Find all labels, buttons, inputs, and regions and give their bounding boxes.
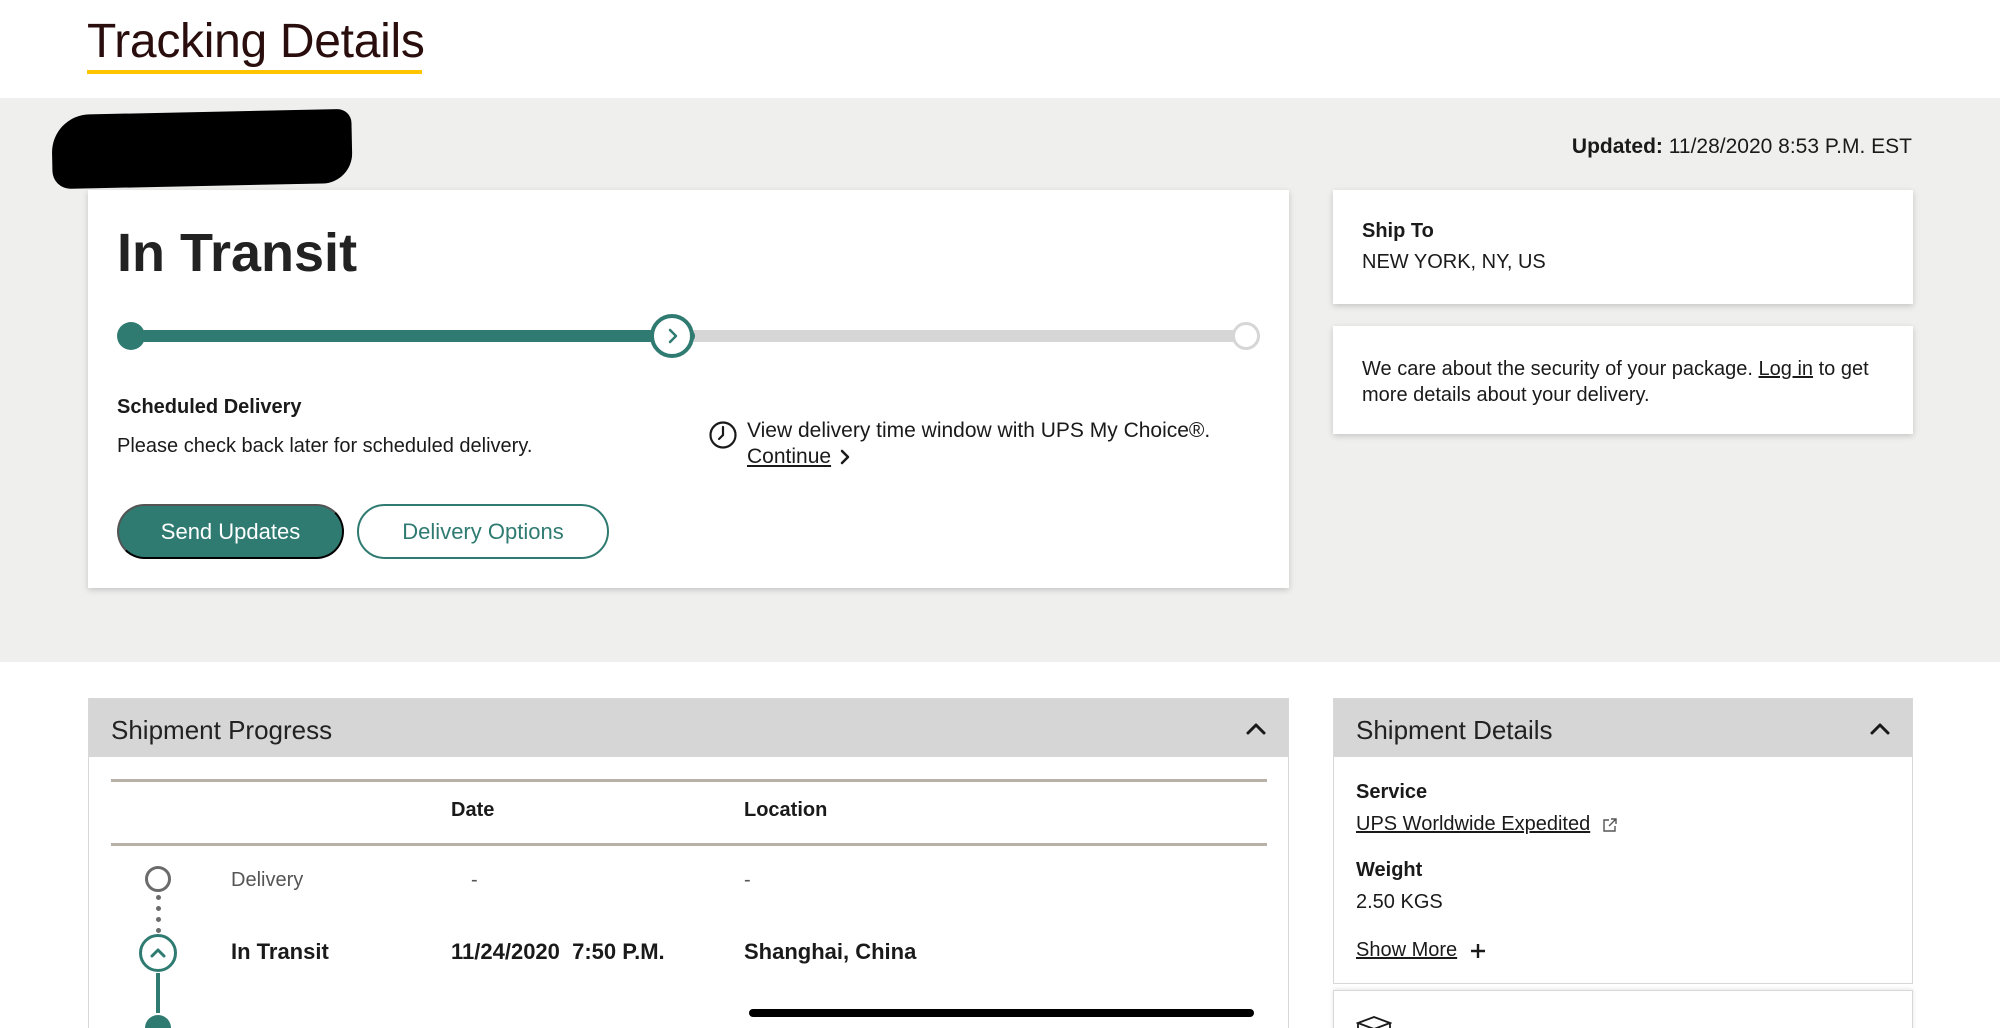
- show-more: Show More: [1356, 939, 1487, 962]
- shipment-details-title: Shipment Details: [1356, 715, 1553, 745]
- redacted-tracking-number: [51, 108, 353, 190]
- external-link-icon: [1603, 817, 1617, 832]
- chevron-up-icon[interactable]: [1244, 717, 1268, 741]
- table-row-date: 11/24/2020 7:50 P.M.: [451, 939, 665, 964]
- chevron-up-icon[interactable]: [1868, 717, 1892, 741]
- continue-link[interactable]: Continue: [747, 444, 851, 470]
- show-more-link[interactable]: Show More: [1356, 939, 1487, 962]
- security-text-before: We care about the security of your packa…: [1362, 358, 1753, 380]
- table-row-date: -: [471, 869, 478, 891]
- delivery-window-info: View delivery time window with UPS My Ch…: [747, 418, 1210, 470]
- security-notice-text: We care about the security of your packa…: [1362, 356, 1892, 408]
- table-row-location: Shanghai, China: [744, 939, 917, 964]
- table-row-location: -: [744, 869, 751, 891]
- clock-icon: [709, 421, 737, 449]
- continue-link-label: Continue: [747, 445, 832, 468]
- ship-to-label: Ship To: [1362, 220, 1434, 242]
- last-updated-label: Updated:: [1571, 135, 1663, 158]
- delivery-progress-bar: [130, 330, 1260, 342]
- timeline-connector-pending: [156, 895, 161, 933]
- last-updated-value: 11/28/2020 8:53 P.M. EST: [1668, 135, 1912, 158]
- timeline-connector-complete: [156, 973, 160, 1013]
- redacted-row-content: [749, 1009, 1254, 1017]
- column-header-location: Location: [744, 799, 828, 821]
- page-header: Tracking Details: [0, 0, 2000, 98]
- shipment-progress-panel: Shipment Progress Date Location Delivery…: [88, 698, 1289, 1028]
- send-updates-button[interactable]: Send Updates: [117, 504, 344, 559]
- shipment-progress-header[interactable]: Shipment Progress: [89, 699, 1288, 757]
- table-header-rule: [111, 843, 1267, 846]
- service-label: Service: [1356, 781, 1428, 803]
- column-header-date: Date: [451, 799, 495, 821]
- shipment-progress-title: Shipment Progress: [111, 715, 333, 745]
- ship-to-value: NEW YORK, NY, US: [1362, 251, 1546, 273]
- timeline-node-pending: [145, 866, 171, 892]
- shipment-details-header[interactable]: Shipment Details: [1334, 699, 1912, 757]
- page-title-underline: [87, 70, 422, 74]
- ship-to-card: Ship To NEW YORK, NY, US: [1333, 190, 1913, 304]
- timeline-node-current: [139, 934, 177, 972]
- delivery-window-text: View delivery time window with UPS My Ch…: [747, 419, 1211, 442]
- status-title: In Transit: [117, 223, 358, 283]
- weight-value: 2.50 KGS: [1356, 891, 1443, 913]
- page-title: Tracking Details: [87, 15, 425, 68]
- package-card: [1333, 990, 1913, 1028]
- table-row-status: Delivery: [231, 869, 304, 891]
- last-updated: Updated: 11/28/2020 8:53 P.M. EST: [1572, 135, 1912, 159]
- weight-label: Weight: [1356, 859, 1423, 881]
- chevron-right-icon: [840, 449, 850, 465]
- status-card: In Transit Scheduled Delivery Please che…: [88, 190, 1289, 588]
- service-link-label: UPS Worldwide Expedited: [1356, 813, 1591, 835]
- progress-start-node: [117, 322, 145, 350]
- box-icon: [1356, 1016, 1392, 1028]
- chevron-right-icon: [668, 328, 678, 344]
- table-top-rule: [111, 779, 1267, 782]
- progress-end-node: [1232, 322, 1260, 350]
- scheduled-delivery-text: Please check back later for scheduled de…: [117, 435, 533, 457]
- security-notice-card: We care about the security of your packa…: [1333, 326, 1913, 434]
- delivery-options-button[interactable]: Delivery Options: [357, 504, 609, 559]
- service-link[interactable]: UPS Worldwide Expedited: [1356, 813, 1618, 836]
- login-link[interactable]: Log in: [1759, 358, 1814, 380]
- progress-current-node: [650, 314, 694, 358]
- chevron-up-icon: [150, 948, 166, 958]
- timeline-node-complete: [145, 1015, 171, 1028]
- table-row-status: In Transit: [231, 939, 329, 964]
- show-more-label: Show More: [1356, 939, 1458, 961]
- shipment-details-panel: Shipment Details Service UPS Worldwide E…: [1333, 698, 1913, 984]
- service-value: UPS Worldwide Expedited: [1356, 813, 1618, 836]
- plus-icon: [1471, 943, 1486, 958]
- scheduled-delivery-label: Scheduled Delivery: [117, 396, 302, 418]
- delivery-progress-fill: [130, 330, 695, 342]
